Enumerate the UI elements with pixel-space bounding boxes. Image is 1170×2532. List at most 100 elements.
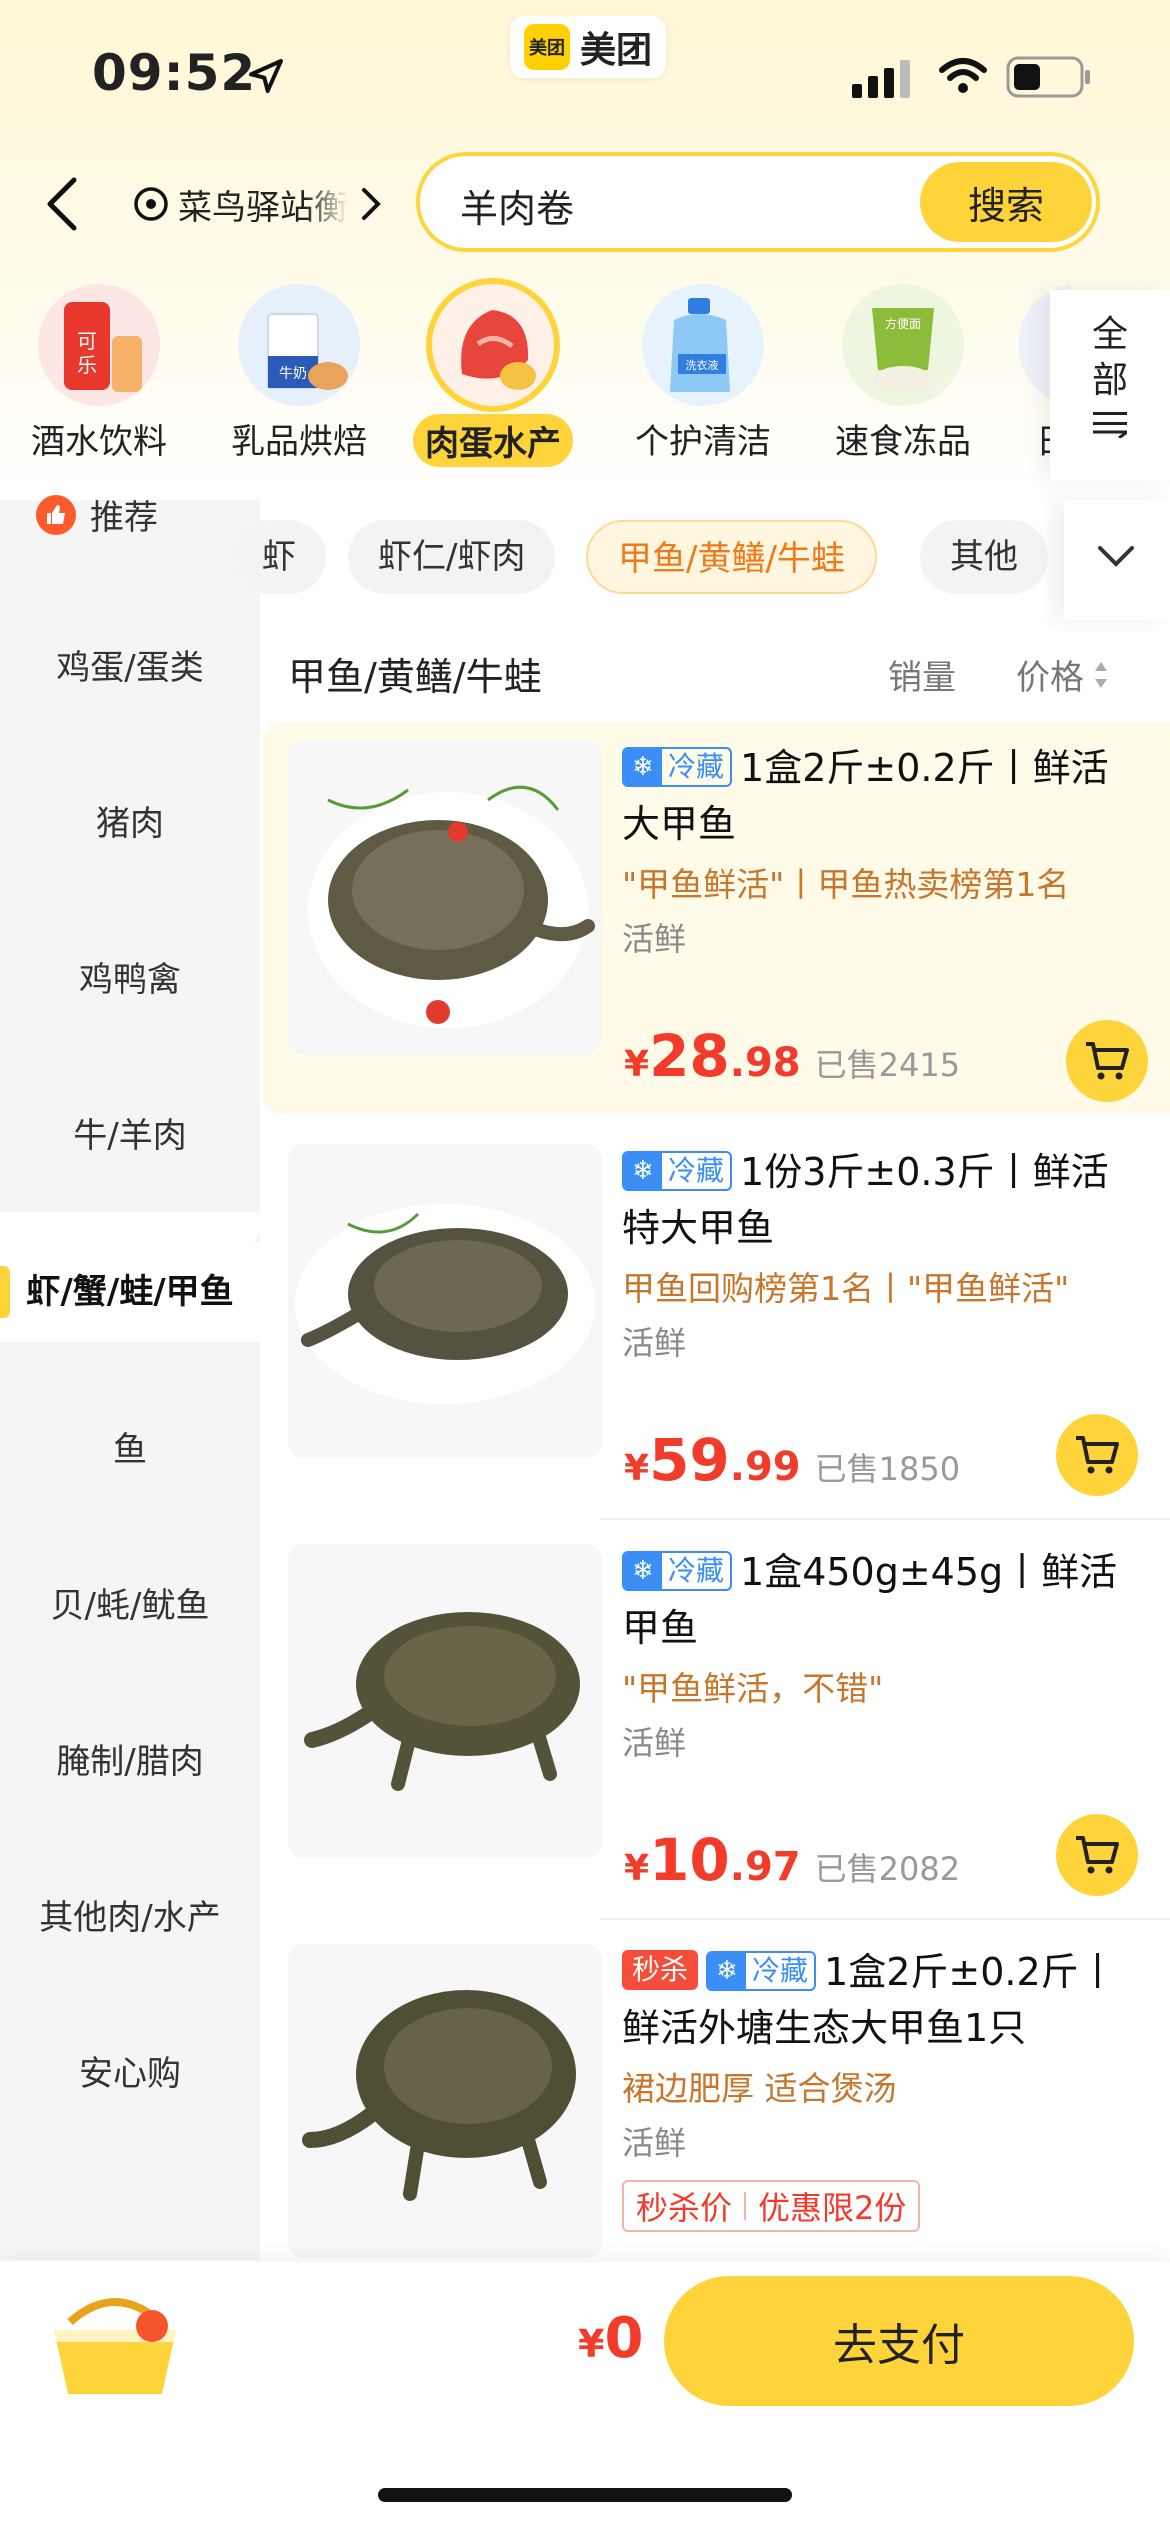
promo-box: 秒杀价 优惠限2份 xyxy=(622,2180,921,2232)
subtag-other[interactable]: 其他 xyxy=(920,520,1048,594)
category-meat[interactable]: 肉蛋水产 xyxy=(408,272,578,467)
cold-storage-tag: ❄ 冷藏 xyxy=(622,1551,733,1591)
location-text: 菜鸟驿站衡 xyxy=(178,187,348,228)
sidebar-item-eggs[interactable]: 鸡蛋/蛋类 xyxy=(0,640,260,689)
product-desc: 裙边肥厚 适合煲汤 xyxy=(622,2069,897,2108)
subtag-shrimp-meat[interactable]: 虾仁/虾肉 xyxy=(348,520,556,594)
product-info: ❄ 冷藏 1盒450g±45g丨鲜活甲鱼 "甲鱼鲜活，不错" 活鲜 xyxy=(622,1544,1142,1764)
list-title: 甲鱼/黄鳝/牛蛙 xyxy=(288,655,542,699)
category-label: 乳品烘焙 xyxy=(231,422,367,462)
sidebar-item-safe-buy[interactable]: 安心购 xyxy=(0,2046,260,2095)
sort-by-sales[interactable]: 销量 xyxy=(888,650,956,699)
app-badge: 美团 美团 xyxy=(510,16,667,78)
all-categories-button[interactable]: 全部 xyxy=(1050,290,1170,480)
flash-sale-tag: 秒杀 xyxy=(622,1950,699,1990)
sort-arrows-icon xyxy=(1095,661,1107,688)
thumbs-up-icon xyxy=(36,494,76,535)
category-label: 酒水饮料 xyxy=(31,422,167,462)
product-card[interactable]: ❄ 冷藏 1份3斤±0.3斤丨鲜活特大甲鱼 甲鱼回购榜第1名丨"甲鱼鲜活" 活鲜 ¥… xyxy=(262,1130,1170,1520)
cold-storage-tag: ❄ 冷藏 xyxy=(706,1951,817,1991)
product-image xyxy=(288,1144,602,1458)
home-indicator xyxy=(378,2488,792,2502)
checkout-button[interactable]: 去支付 xyxy=(664,2276,1134,2406)
search-input[interactable]: 羊肉卷 xyxy=(460,178,574,233)
location-arrow-icon xyxy=(249,59,283,93)
sidebar-item-recommend[interactable]: 推荐 xyxy=(36,490,158,539)
product-card[interactable]: ❄ 冷藏 1盒450g±45g丨鲜活甲鱼 "甲鱼鲜活，不错" 活鲜 ¥10.97 已… xyxy=(262,1530,1170,1920)
product-card[interactable]: ❄ 冷藏 1盒2斤±0.2斤丨鲜活大甲鱼 "甲鱼鲜活"丨甲鱼热卖榜第1名 活鲜 ¥2… xyxy=(262,722,1170,1114)
shopping-basket-icon[interactable] xyxy=(40,2282,190,2412)
drinks-icon: 可 乐 xyxy=(38,284,160,406)
add-to-cart-button[interactable] xyxy=(1056,1414,1138,1496)
promo-limit: 优惠限2份 xyxy=(758,2189,907,2227)
product-info: 秒杀 ❄ 冷藏 1盒2斤±0.2斤丨鲜活外塘生态大甲鱼1只 裙边肥厚 适合煲汤 活鲜 … xyxy=(622,1944,1142,2232)
promo-flash-price: 秒杀价 xyxy=(636,2189,733,2227)
category-dairy[interactable]: 牛奶 乳品烘焙 xyxy=(214,272,384,463)
snowflake-icon: ❄ xyxy=(624,749,662,785)
product-name: 秒杀 ❄ 冷藏 1盒2斤±0.2斤丨鲜活外塘生态大甲鱼1只 xyxy=(622,1950,1117,2050)
product-price-row: ¥28.98 已售2415 xyxy=(624,1022,960,1090)
product-price: ¥10.97 xyxy=(624,1826,801,1894)
expand-subtags-button[interactable] xyxy=(1064,500,1170,620)
category-drinks[interactable]: 可 乐 酒水饮料 xyxy=(14,272,184,463)
meat-icon xyxy=(426,278,560,412)
search-bar[interactable]: 羊肉卷 搜索 xyxy=(416,152,1100,252)
category-frozen[interactable]: 方便面 速食冻品 xyxy=(818,272,988,463)
svg-text:方便面: 方便面 xyxy=(885,316,921,331)
category-label: 个护清洁 xyxy=(635,422,771,462)
subcategory-tags: 虾 虾仁/虾肉 甲鱼/黄鳝/牛蛙 其他 xyxy=(232,520,1170,600)
svg-text:乐: 乐 xyxy=(77,353,97,377)
sidebar-item-shrimp-crab[interactable]: 虾/蟹/蛙/甲鱼 xyxy=(0,1242,260,1342)
search-button[interactable]: 搜索 xyxy=(920,162,1092,242)
app-name: 美团 xyxy=(580,30,653,71)
product-name: ❄ 冷藏 1盒2斤±0.2斤丨鲜活大甲鱼 xyxy=(622,746,1109,846)
cart-icon xyxy=(1086,1042,1129,1080)
cold-storage-tag: ❄ 冷藏 xyxy=(622,747,733,787)
back-button[interactable] xyxy=(36,172,92,236)
location-selector[interactable]: 菜鸟驿站衡 xyxy=(132,178,386,230)
product-desc: "甲鱼鲜活"丨甲鱼热卖榜第1名 xyxy=(622,865,1070,904)
sidebar-item-cured-meat[interactable]: 腌制/腊肉 xyxy=(0,1734,260,1783)
product-price-row: ¥10.97 已售2082 xyxy=(624,1826,960,1894)
cellular-signal-icon xyxy=(852,60,910,98)
product-sold: 已售1850 xyxy=(814,1450,961,1488)
list-lines-icon xyxy=(1093,412,1132,440)
product-desc: "甲鱼鲜活，不错" xyxy=(622,1669,884,1708)
sidebar-item-shellfish[interactable]: 贝/蚝/鱿鱼 xyxy=(0,1578,260,1627)
svg-text:可: 可 xyxy=(77,329,97,353)
wifi-icon xyxy=(939,58,987,93)
location-pin-icon xyxy=(134,187,168,221)
sidebar-item-fish[interactable]: 鱼 xyxy=(0,1422,260,1471)
sidebar-item-pork[interactable]: 猪肉 xyxy=(0,796,260,845)
cold-storage-tag: ❄ 冷藏 xyxy=(622,1151,733,1191)
product-image xyxy=(288,1544,602,1858)
sidebar-item-other[interactable]: 其他肉/水产 xyxy=(0,1890,260,1939)
divider xyxy=(600,1918,1170,1920)
sort-price-label: 价格 xyxy=(1016,658,1084,698)
sidebar xyxy=(0,500,260,2260)
dairy-icon: 牛奶 xyxy=(238,284,360,406)
subtag-turtle-eel-frog[interactable]: 甲鱼/黄鳝/牛蛙 xyxy=(586,520,877,594)
product-image xyxy=(288,1944,602,2258)
category-personal-care[interactable]: 洗衣液 个护清洁 xyxy=(618,272,788,463)
sidebar-item-poultry[interactable]: 鸡鸭禽 xyxy=(0,952,260,1001)
product-card[interactable]: 秒杀 ❄ 冷藏 1盒2斤±0.2斤丨鲜活外塘生态大甲鱼1只 裙边肥厚 适合煲汤 活鲜 … xyxy=(262,1930,1170,2262)
all-categories-label: 全部 xyxy=(1091,314,1128,401)
product-name: ❄ 冷藏 1份3斤±0.3斤丨鲜活特大甲鱼 xyxy=(622,1150,1109,1250)
sidebar-item-beef-lamb[interactable]: 牛/羊肉 xyxy=(0,1108,260,1157)
meituan-logo-icon: 美团 xyxy=(524,24,570,70)
product-info: ❄ 冷藏 1份3斤±0.3斤丨鲜活特大甲鱼 甲鱼回购榜第1名丨"甲鱼鲜活" 活鲜 xyxy=(622,1144,1142,1364)
product-name: ❄ 冷藏 1盒450g±45g丨鲜活甲鱼 xyxy=(622,1550,1118,1650)
add-to-cart-button[interactable] xyxy=(1056,1814,1138,1896)
sort-by-price[interactable]: 价格 xyxy=(1016,650,1110,699)
cart-icon xyxy=(1076,1436,1119,1474)
product-image xyxy=(288,740,602,1054)
cart-icon xyxy=(1076,1836,1119,1874)
status-bar: 09:52 美团 美团 xyxy=(0,0,1170,150)
category-row: 可 乐 酒水饮料 牛奶 乳品烘焙 肉蛋水产 洗衣液 个护清洁 方便面 速食冻品 xyxy=(0,272,1170,482)
product-fresh-label: 活鲜 xyxy=(622,920,687,958)
add-to-cart-button[interactable] xyxy=(1066,1020,1148,1102)
subtag-shrimp[interactable]: 虾 xyxy=(232,520,326,594)
product-price: ¥28.98 xyxy=(624,1022,801,1090)
detergent-icon: 洗衣液 xyxy=(642,284,764,406)
